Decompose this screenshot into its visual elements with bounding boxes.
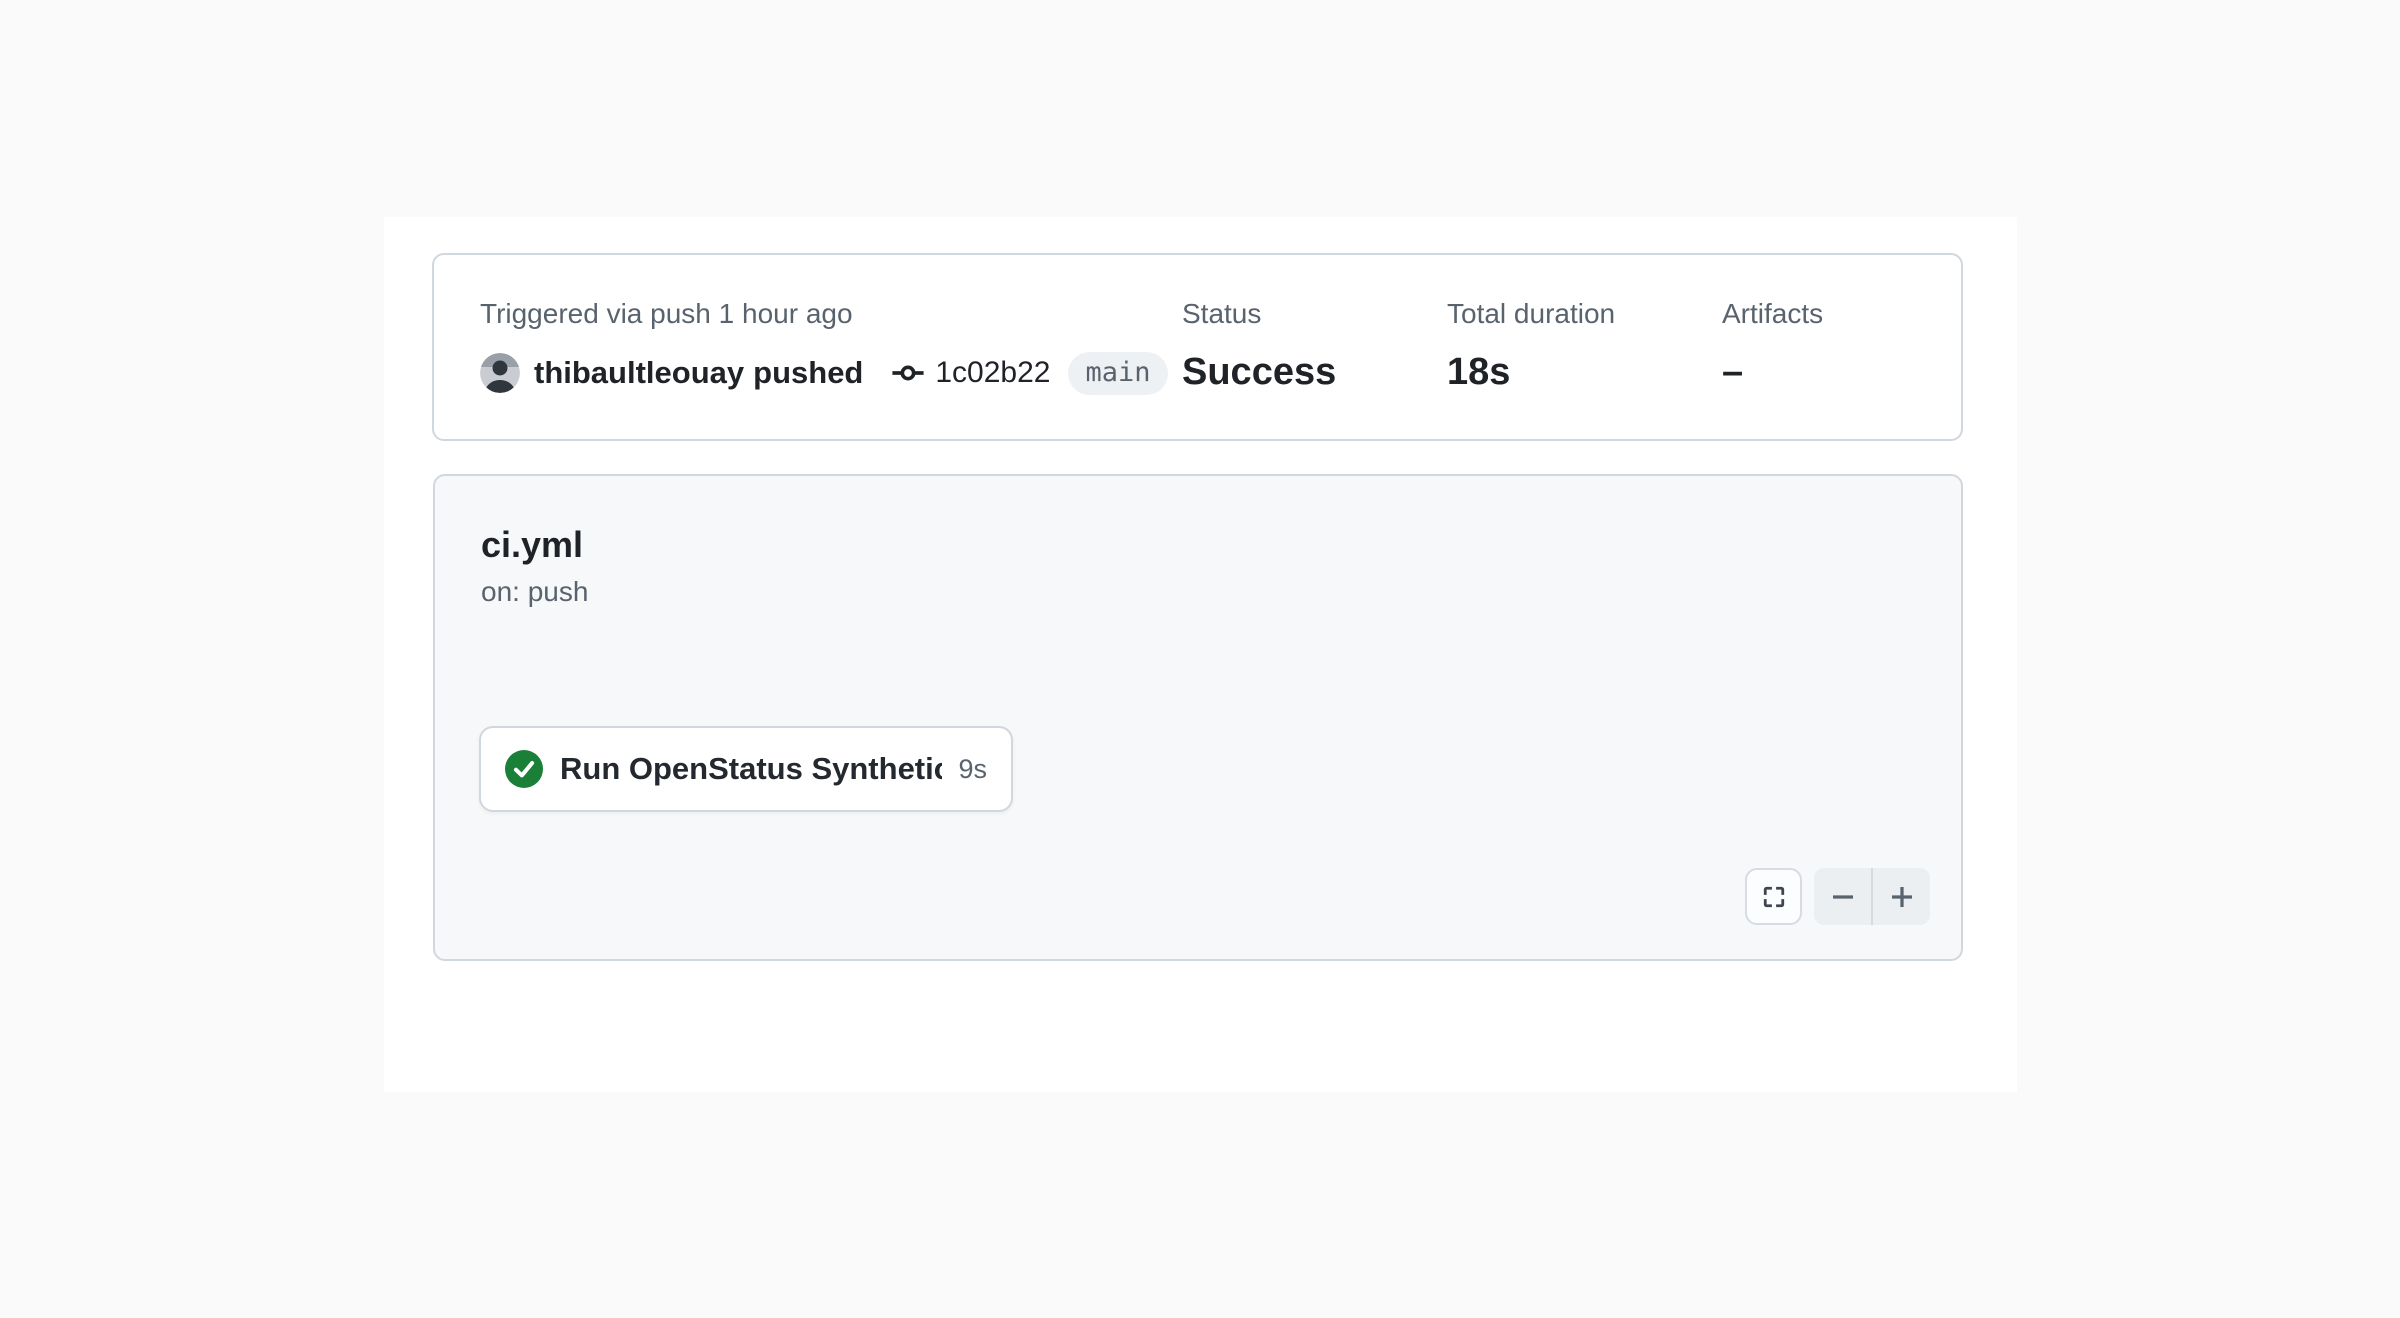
stat-artifacts: Artifacts – xyxy=(1722,297,1823,395)
minus-icon xyxy=(1828,882,1858,912)
git-commit-icon xyxy=(891,356,925,390)
zoom-controls xyxy=(1814,868,1930,925)
job-name: Run OpenStatus Synthetic... xyxy=(560,751,942,787)
run-summary-card: Triggered via push 1 hour ago thibaultle… xyxy=(432,253,1963,441)
success-check-icon xyxy=(505,750,543,788)
content-surface: Triggered via push 1 hour ago thibaultle… xyxy=(384,217,2017,1092)
commit-sha-link[interactable]: 1c02b22 xyxy=(935,356,1050,390)
stat-status-label: Status xyxy=(1182,297,1336,331)
actor-action: pushed xyxy=(753,355,863,391)
actor-row: thibaultleouay pushed 1c02b22 main xyxy=(480,349,1168,397)
workflow-graph-card: ci.yml on: push Run OpenStatus Synthetic… xyxy=(433,474,1963,961)
stat-duration-label: Total duration xyxy=(1447,297,1615,331)
zoom-out-button[interactable] xyxy=(1814,868,1871,925)
workflow-trigger: on: push xyxy=(481,576,588,608)
actor-name[interactable]: thibaultleouay xyxy=(534,355,744,391)
stat-status: Status Success xyxy=(1182,297,1336,395)
plus-icon xyxy=(1887,882,1917,912)
fullscreen-button[interactable] xyxy=(1745,868,1802,925)
zoom-in-button[interactable] xyxy=(1873,868,1930,925)
stat-duration: Total duration 18s xyxy=(1447,297,1615,395)
job-duration: 9s xyxy=(958,754,987,785)
stat-artifacts-label: Artifacts xyxy=(1722,297,1823,331)
avatar[interactable] xyxy=(480,353,520,393)
stat-artifacts-value: – xyxy=(1722,349,1823,395)
job-node[interactable]: Run OpenStatus Synthetic... 9s xyxy=(479,726,1013,812)
fullscreen-icon xyxy=(1760,883,1788,911)
trigger-text: Triggered via push 1 hour ago xyxy=(480,297,853,331)
stat-status-value: Success xyxy=(1182,349,1336,395)
stat-duration-value: 18s xyxy=(1447,349,1615,395)
branch-badge: main xyxy=(1068,352,1167,395)
workflow-file-name: ci.yml xyxy=(481,524,583,566)
